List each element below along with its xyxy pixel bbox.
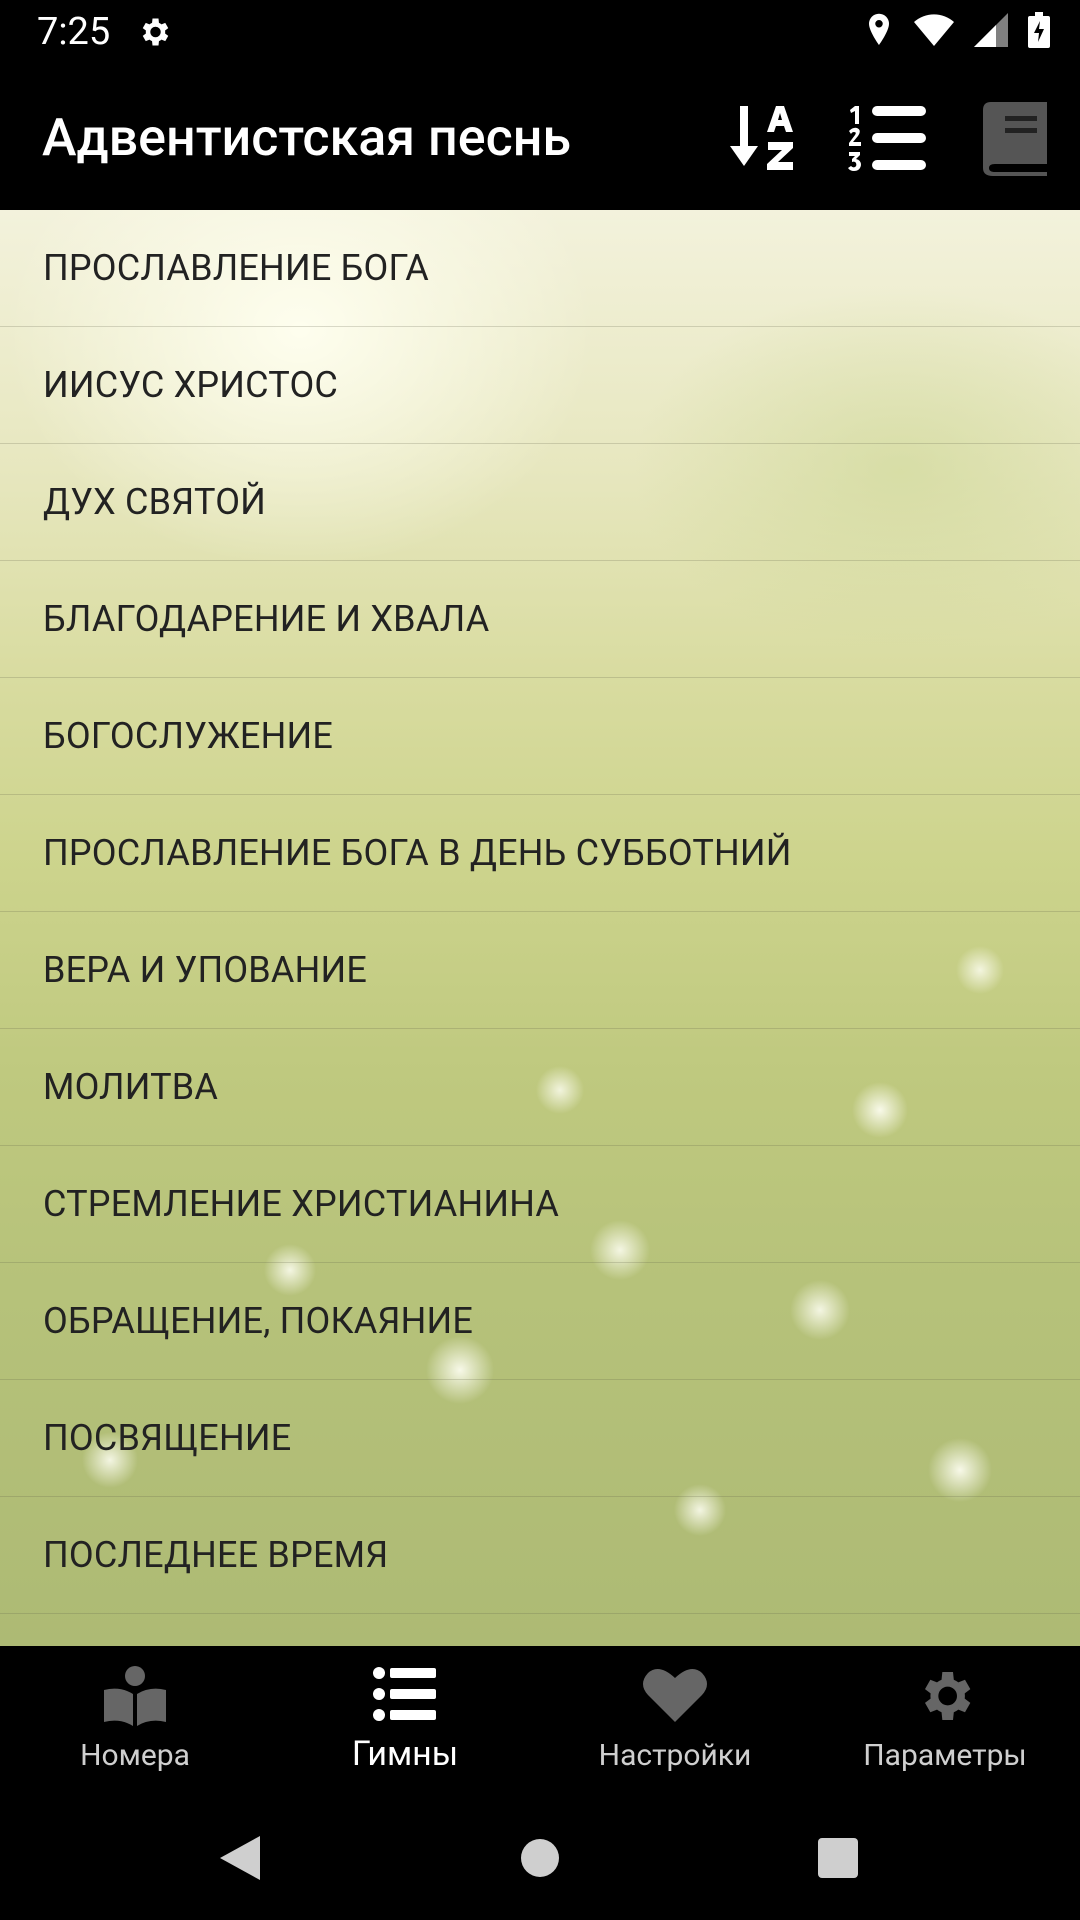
nav-item-settings[interactable]: Настройки: [540, 1646, 810, 1790]
list-item[interactable]: ПРОСЛАВЛЕНИЕ БОГА В ДЕНЬ СУББОТНИЙ: [0, 795, 1080, 912]
status-bar: 7:25: [0, 0, 1080, 64]
book-icon: [983, 102, 1047, 176]
sort-alpha-icon: [730, 106, 793, 170]
nav-label: Настройки: [598, 1738, 752, 1773]
list-item[interactable]: СТРЕМЛЕНИЕ ХРИСТИАНИНА: [0, 1146, 1080, 1263]
app-title: Адвентистская песнь: [42, 107, 572, 168]
category-list: ПРОСЛАВЛЕНИЕ БОГА ИИСУС ХРИСТОС ДУХ СВЯТ…: [0, 210, 1080, 1614]
nav-item-parameters[interactable]: Параметры: [810, 1646, 1080, 1790]
sort-alpha-button[interactable]: [720, 94, 810, 182]
sort-numeric-button[interactable]: [843, 94, 933, 182]
back-icon: [220, 1836, 260, 1880]
list-item[interactable]: БЛАГОДАРЕНИЕ И ХВАЛА: [0, 561, 1080, 678]
book-reader-icon: [0, 1664, 270, 1728]
list-item[interactable]: ПОСВЯЩЕНИЕ: [0, 1380, 1080, 1497]
battery-icon: [1028, 12, 1050, 52]
nav-label: Номера: [80, 1738, 190, 1773]
signal-icon: [974, 13, 1008, 51]
status-time: 7:25: [37, 10, 111, 54]
heart-icon: [540, 1664, 810, 1728]
system-navigation: [0, 1790, 1080, 1920]
sort-numeric-icon: [848, 106, 926, 171]
app-bar: Адвентистская песнь: [0, 64, 1080, 210]
nav-label: Параметры: [863, 1738, 1027, 1773]
list-item[interactable]: ПОСЛЕДНЕЕ ВРЕМЯ: [0, 1497, 1080, 1614]
list-item[interactable]: МОЛИТВА: [0, 1029, 1080, 1146]
list-item[interactable]: ДУХ СВЯТОЙ: [0, 444, 1080, 561]
home-button[interactable]: [510, 1828, 570, 1888]
list-item[interactable]: ОБРАЩЕНИЕ, ПОКАЯНИЕ: [0, 1263, 1080, 1380]
nav-label: Гимны: [351, 1734, 459, 1774]
book-button[interactable]: [978, 94, 1054, 182]
gear-icon: [136, 14, 172, 54]
wifi-icon: [914, 13, 954, 51]
list-item[interactable]: ВЕРА И УПОВАНИЕ: [0, 912, 1080, 1029]
bottom-navigation: Номера Гимны Настройки Параметры: [0, 1646, 1080, 1790]
home-icon: [521, 1839, 559, 1877]
recents-button[interactable]: [808, 1828, 868, 1888]
content-area: ПРОСЛАВЛЕНИЕ БОГА ИИСУС ХРИСТОС ДУХ СВЯТ…: [0, 210, 1080, 1646]
nav-item-numbers[interactable]: Номера: [0, 1646, 270, 1790]
list-item[interactable]: ИИСУС ХРИСТОС: [0, 327, 1080, 444]
list-item[interactable]: ПРОСЛАВЛЕНИЕ БОГА: [0, 210, 1080, 327]
list-icon: [270, 1664, 540, 1728]
recents-icon: [818, 1838, 858, 1878]
back-button[interactable]: [210, 1828, 270, 1888]
gear-icon: [810, 1664, 1080, 1728]
location-icon: [864, 12, 894, 52]
list-item[interactable]: БОГОСЛУЖЕНИЕ: [0, 678, 1080, 795]
nav-item-hymns[interactable]: Гимны: [270, 1646, 540, 1790]
